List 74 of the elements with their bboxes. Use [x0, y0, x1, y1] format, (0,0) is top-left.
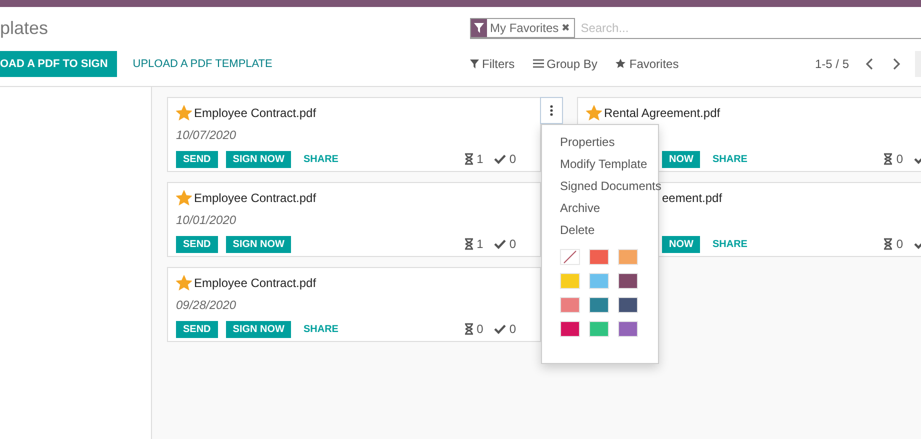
card-title[interactable]: Rental Agreement.pdf	[604, 106, 720, 120]
action-button[interactable]: SEND	[176, 236, 218, 252]
action-button[interactable]: SIGN NOW	[226, 320, 292, 338]
filter-facet[interactable]: My Favorites ✖	[470, 18, 575, 38]
waiting-count: 0	[896, 152, 903, 166]
star-icon[interactable]	[176, 190, 192, 206]
group-by-button[interactable]: Group By	[532, 56, 598, 70]
no-color-swatch[interactable]	[560, 249, 580, 265]
more-options-button[interactable]	[540, 97, 563, 124]
color-swatch[interactable]	[589, 273, 609, 289]
star-icon[interactable]	[176, 105, 192, 121]
card-title[interactable]: eement.pdf	[662, 191, 722, 205]
filter-icon	[470, 58, 479, 68]
card-title[interactable]: Employee Contract.pdf	[194, 276, 316, 290]
hourglass-icon	[883, 153, 894, 165]
color-swatch[interactable]	[618, 321, 638, 337]
action-button[interactable]: SEND	[176, 150, 218, 168]
card-date: 09/28/2020	[176, 298, 238, 314]
pager-value: 1-5 / 5	[814, 56, 849, 70]
check-icon	[494, 324, 506, 334]
star-icon	[615, 58, 626, 69]
color-swatch[interactable]	[618, 249, 638, 265]
check-icon	[494, 239, 506, 249]
menu-item[interactable]: Archive	[560, 199, 658, 221]
signed-count: 0	[509, 237, 516, 251]
card-title[interactable]: Employee Contract.pdf	[194, 191, 316, 205]
signed-count: 0	[509, 152, 516, 166]
hourglass-icon	[464, 153, 474, 165]
list-icon	[532, 59, 544, 68]
hourglass-icon	[464, 323, 474, 335]
menu-item[interactable]: Modify Template	[560, 155, 658, 177]
breadcrumb[interactable]: plates	[0, 7, 470, 47]
color-swatch[interactable]	[618, 273, 638, 289]
share-link[interactable]: SHARE	[708, 236, 752, 252]
search-field[interactable]: My Favorites ✖ Search...	[470, 17, 921, 39]
share-link[interactable]: SHARE	[299, 150, 342, 168]
action-button[interactable]: SEND	[176, 320, 218, 338]
template-card[interactable]: Employee Contract.pdf 10/07/2020 SEND SIGN NOW SHARE 1 0	[167, 97, 541, 172]
waiting-count: 0	[896, 237, 903, 251]
kebab-icon	[550, 105, 553, 116]
action-button[interactable]: NOW	[662, 236, 700, 252]
star-icon[interactable]	[586, 105, 602, 121]
card-date: 10/07/2020	[176, 128, 238, 144]
action-button[interactable]: SIGN NOW	[226, 150, 292, 168]
upload-button[interactable]: OAD A PDF TO SIGN	[0, 50, 117, 76]
color-swatch[interactable]	[589, 297, 609, 313]
template-card[interactable]: Employee Contract.pdf 10/01/2020 SEND SIGN NOW 1 0	[167, 182, 541, 257]
color-swatch[interactable]	[560, 273, 580, 289]
color-swatch[interactable]	[560, 297, 580, 313]
color-swatch[interactable]	[589, 249, 609, 265]
waiting-count: 1	[476, 152, 484, 166]
color-swatch[interactable]	[560, 321, 580, 337]
color-swatch[interactable]	[589, 321, 609, 337]
waiting-count: 1	[476, 237, 484, 251]
menu-item[interactable]: Delete	[560, 221, 658, 243]
card-title[interactable]: Employee Contract.pdf	[194, 106, 316, 120]
action-button[interactable]: NOW	[662, 150, 700, 168]
template-card[interactable]: Employee Contract.pdf 09/28/2020 SEND SIGN NOW SHARE 0 0	[167, 267, 541, 342]
action-button[interactable]: SIGN NOW	[226, 236, 292, 252]
signed-count: 0	[509, 322, 516, 336]
hourglass-icon	[883, 238, 894, 250]
filters-button[interactable]: Filters	[470, 56, 515, 70]
waiting-count: 0	[476, 322, 484, 336]
color-swatch[interactable]	[618, 297, 638, 313]
share-link[interactable]: SHARE	[299, 320, 342, 338]
filter-icon	[471, 18, 487, 36]
share-link[interactable]: SHARE	[708, 150, 752, 168]
check-icon	[494, 154, 506, 164]
menu-item[interactable]: Properties	[560, 133, 658, 155]
hourglass-icon	[464, 238, 474, 250]
upload-link[interactable]: UPLOAD A PDF TEMPLATE	[124, 58, 280, 70]
card-date: 10/01/2020	[176, 213, 238, 229]
star-icon[interactable]	[176, 275, 192, 291]
favorites-button[interactable]: Favorites	[615, 56, 679, 70]
